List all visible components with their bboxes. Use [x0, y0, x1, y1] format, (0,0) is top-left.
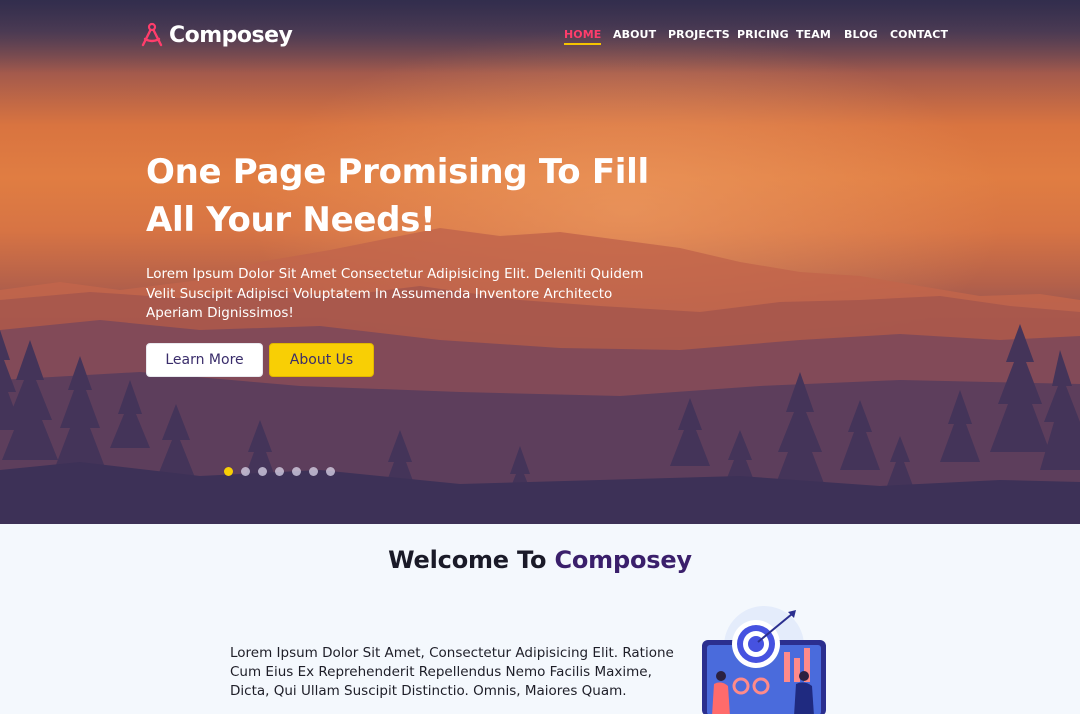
slider-dots	[224, 467, 335, 476]
welcome-title-brand: Composey	[554, 546, 692, 574]
nav-item-pricing[interactable]: PRICING	[737, 28, 789, 41]
slider-dot-6[interactable]	[309, 467, 318, 476]
hero-section: Composey HOME ABOUT PROJECTS PRICING TEA…	[0, 0, 1080, 524]
hero-overlay	[0, 0, 1080, 524]
slider-dot-4[interactable]	[275, 467, 284, 476]
welcome-description: Lorem Ipsum Dolor Sit Amet, Consectetur …	[230, 645, 674, 699]
target-dashboard-illustration	[702, 606, 826, 714]
welcome-title: Welcome To Composey	[0, 546, 1080, 574]
slider-dot-5[interactable]	[292, 467, 301, 476]
slider-dot-7[interactable]	[326, 467, 335, 476]
slider-dot-2[interactable]	[241, 467, 250, 476]
nav-item-about[interactable]: ABOUT	[613, 28, 656, 41]
slider-dot-1[interactable]	[224, 467, 233, 476]
nav-item-team[interactable]: TEAM	[796, 28, 831, 41]
main-nav: HOME ABOUT PROJECTS PRICING TEAM BLOG CO…	[0, 28, 1080, 48]
nav-item-blog[interactable]: BLOG	[844, 28, 878, 41]
welcome-title-prefix: Welcome To	[388, 546, 547, 574]
learn-more-button[interactable]: Learn More	[146, 343, 263, 377]
hero-description: Lorem Ipsum Dolor Sit Amet Consectetur A…	[146, 266, 644, 321]
about-us-button[interactable]: About Us	[269, 343, 374, 377]
nav-item-projects[interactable]: PROJECTS	[668, 28, 730, 41]
nav-item-home[interactable]: HOME	[564, 28, 602, 45]
slider-dot-3[interactable]	[258, 467, 267, 476]
nav-item-contact[interactable]: CONTACT	[890, 28, 948, 41]
hero-title: One Page Promising To Fill All Your Need…	[146, 152, 649, 240]
